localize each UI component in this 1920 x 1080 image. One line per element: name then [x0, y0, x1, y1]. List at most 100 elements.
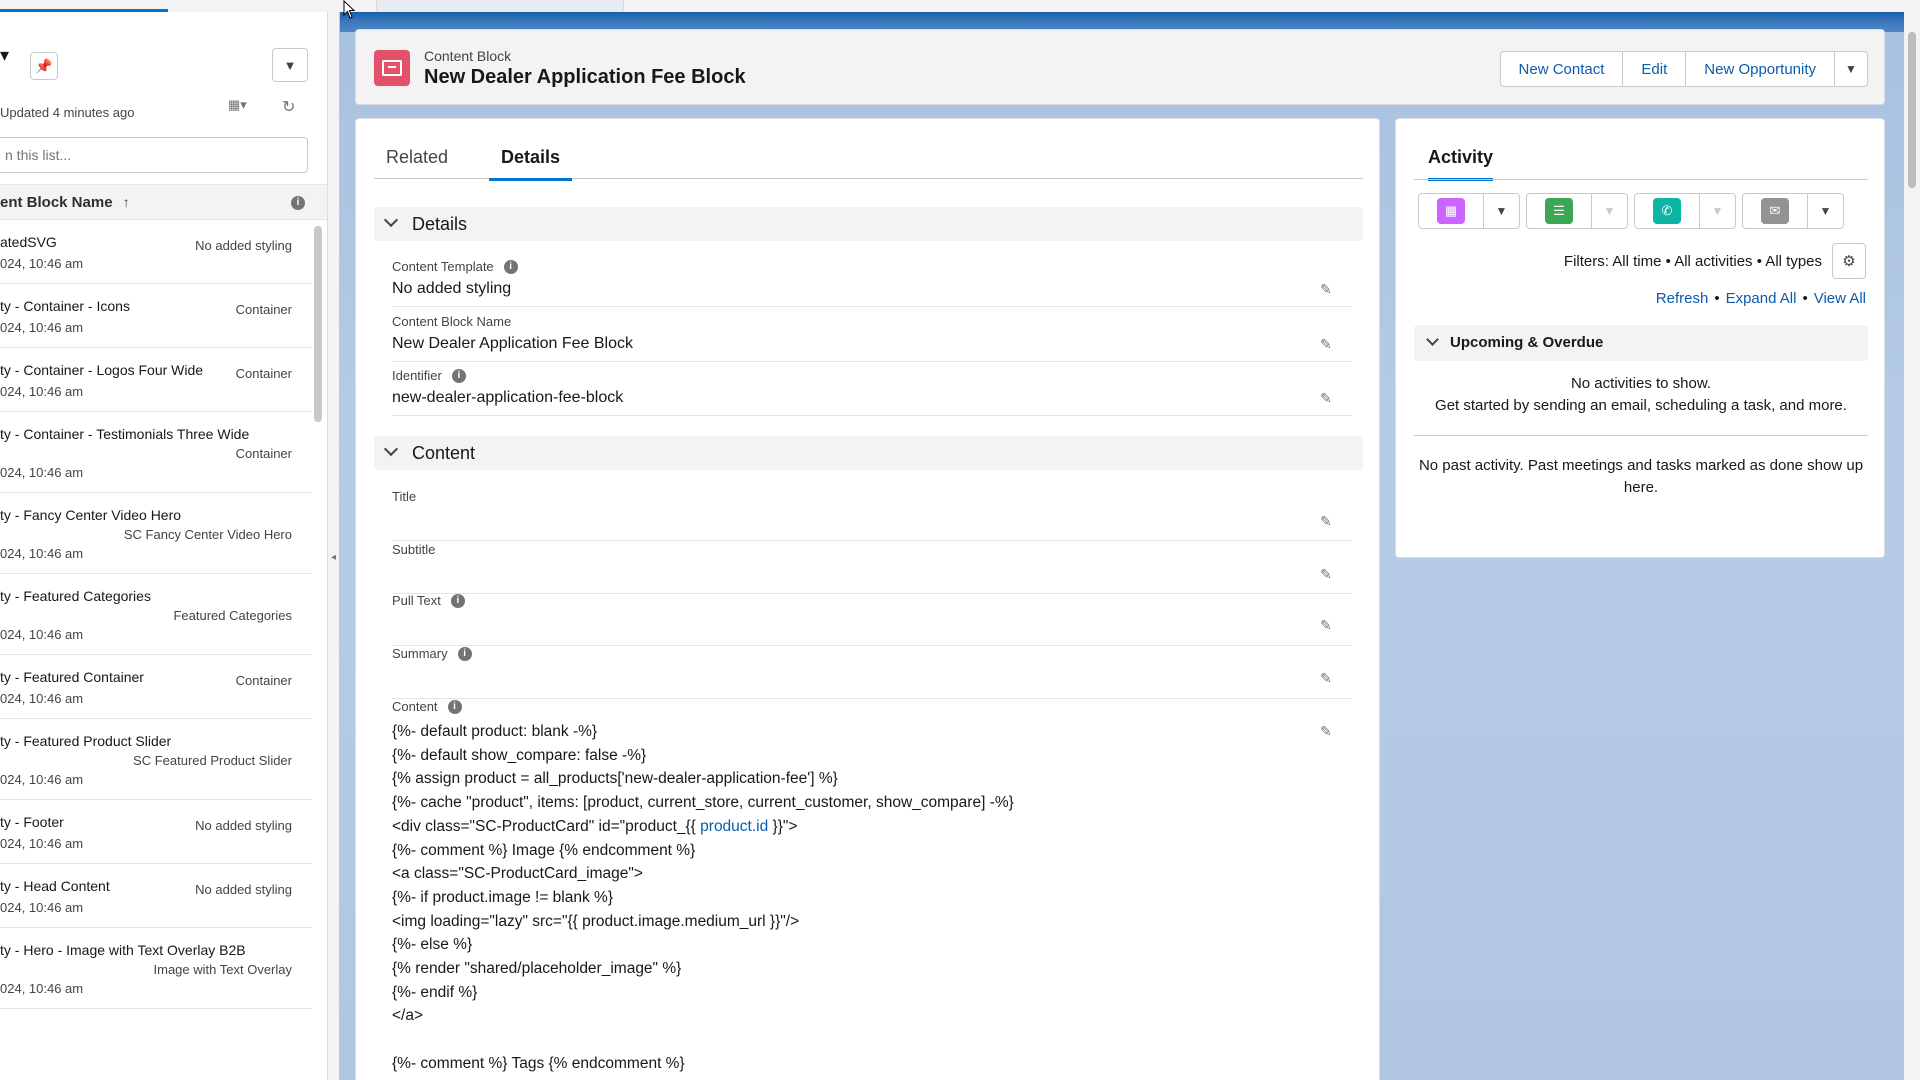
edit-pencil-icon[interactable]: ✎	[1320, 336, 1334, 352]
column-header-content-block-name[interactable]: ent Block Name ↑ i	[0, 184, 327, 220]
list-search-input[interactable]: n this list...	[0, 137, 308, 173]
list-item-type: SC Fancy Center Video Hero	[123, 527, 292, 542]
list-item-date: 024, 10:46 am	[0, 772, 84, 787]
new-contact-button[interactable]: New Contact	[1499, 51, 1624, 87]
list-item[interactable]: ty - Container - Icons Container 024, 10:4…	[0, 284, 312, 348]
edit-pencil-icon[interactable]: ✎	[1320, 670, 1334, 686]
get-started-text: Get started by sending an email, schedul…	[1435, 397, 1847, 414]
tab-related[interactable]: Related	[374, 147, 460, 178]
arrow-up-icon: ↑	[122, 194, 130, 210]
list-item-name[interactable]: ty - Fancy Center Video Hero	[0, 507, 292, 523]
list-item-date: 024, 10:46 am	[0, 256, 84, 271]
upcoming-overdue-section[interactable]: Upcoming & Overdue	[1414, 325, 1868, 361]
pin-icon: 📌	[35, 57, 53, 74]
divider	[1414, 435, 1868, 436]
list-item[interactable]: ty - Hero - Image with Text Overlay B2B I…	[0, 928, 312, 1009]
more-actions-button[interactable]: ▼	[1834, 51, 1868, 87]
product-id-link[interactable]: product.id	[700, 818, 768, 835]
list-item[interactable]: ty - Featured Product Slider SC Featured …	[0, 719, 312, 800]
activity-filters-text: Filters: All time • All activities • All…	[1563, 253, 1822, 270]
list-item-type: Container	[235, 366, 292, 381]
list-item-type: No added styling	[195, 238, 292, 253]
field-title: Title ✎	[392, 489, 1352, 541]
list-updated-text: Updated 4 minutes ago	[0, 105, 135, 120]
expand-all-link[interactable]: Expand All	[1726, 290, 1797, 307]
edit-pencil-icon[interactable]: ✎	[1320, 513, 1334, 529]
activity-panel: Activity ▦ ▼ ☰ ▼ ✆ ▼ ✉ ▼ Filters: All ti…	[1395, 118, 1885, 558]
chevron-down-icon[interactable]: ▼	[1592, 193, 1628, 229]
log-call-button[interactable]: ✆ ▼	[1634, 193, 1736, 229]
list-item[interactable]: ty - Featured Categories Featured Categor…	[0, 574, 312, 655]
send-email-button[interactable]: ✉ ▼	[1742, 193, 1844, 229]
code-line: {%- cache "product", items: [product, cu…	[392, 794, 1014, 812]
scrollbar-thumb[interactable]	[1908, 32, 1916, 188]
list-actions-dropdown[interactable]: ▼	[272, 48, 308, 82]
info-icon[interactable]: i	[291, 196, 305, 210]
content-section-header[interactable]: Content	[374, 436, 1363, 470]
list-item[interactable]: atedSVG No added styling 024, 10:46 am	[0, 220, 312, 284]
info-icon[interactable]: i	[450, 593, 465, 608]
info-icon[interactable]: i	[451, 368, 466, 383]
code-line: {%- else %}	[392, 936, 473, 954]
list-view-switcher-icon[interactable]: ▾	[0, 45, 9, 66]
edit-pencil-icon[interactable]: ✎	[1320, 723, 1334, 739]
new-opportunity-button[interactable]: New Opportunity	[1685, 51, 1835, 87]
list-item[interactable]: ty - Fancy Center Video Hero SC Fancy Cen…	[0, 493, 312, 574]
code-line: <img loading="lazy" src="{{ product.imag…	[392, 912, 800, 930]
new-event-button[interactable]: ▦ ▼	[1418, 193, 1520, 229]
chevron-down-icon[interactable]: ▼	[1484, 193, 1520, 229]
list-item-name[interactable]: ty - Featured Product Slider	[0, 733, 292, 749]
list-scrollbar[interactable]	[314, 226, 322, 422]
refresh-icon[interactable]: ↻	[282, 97, 295, 117]
info-icon[interactable]: i	[503, 259, 518, 274]
edit-pencil-icon[interactable]: ✎	[1320, 566, 1334, 582]
email-icon: ✉	[1761, 198, 1789, 224]
object-label: Content Block	[424, 48, 512, 64]
list-item[interactable]: ty - Featured Container Container 024, 10:…	[0, 655, 312, 719]
collapse-left-icon[interactable]: ◂	[331, 552, 336, 563]
new-task-button[interactable]: ☰ ▼	[1526, 193, 1628, 229]
list-item[interactable]: ty - Footer No added styling 024, 10:46 am	[0, 800, 312, 864]
list-item-name[interactable]: ty - Featured Categories	[0, 588, 292, 604]
field-summary: Summary i ✎	[392, 646, 1352, 699]
info-icon[interactable]: i	[447, 699, 462, 714]
chevron-down-icon[interactable]: ▼	[1700, 193, 1736, 229]
edit-pencil-icon[interactable]: ✎	[1320, 617, 1334, 633]
list-item-name[interactable]: ty - Container - Testimonials Three Wide	[0, 426, 292, 442]
tab-details[interactable]: Details	[489, 147, 573, 181]
edit-pencil-icon[interactable]: ✎	[1320, 390, 1334, 406]
list-item-date: 024, 10:46 am	[0, 900, 84, 915]
list-item-type: SC Featured Product Slider	[133, 753, 292, 768]
edit-button[interactable]: Edit	[1622, 51, 1687, 87]
activity-settings-button[interactable]: ⚙	[1832, 243, 1866, 279]
list-item[interactable]: ty - Head Content No added styling 024, 10…	[0, 864, 312, 928]
list-item-date: 024, 10:46 am	[0, 384, 84, 399]
chevron-down-icon	[1426, 333, 1439, 346]
info-icon[interactable]: i	[457, 646, 472, 661]
list-item[interactable]: ty - Container - Testimonials Three Wide…	[0, 412, 312, 493]
details-section-header[interactable]: Details	[374, 207, 1363, 241]
list-item-name[interactable]: ty - Hero - Image with Text Overlay B2B	[0, 942, 292, 958]
pin-list-button[interactable]: 📌	[30, 52, 58, 80]
edit-pencil-icon[interactable]: ✎	[1320, 281, 1334, 297]
list-item-type: Image with Text Overlay	[153, 962, 292, 977]
list-item-date: 024, 10:46 am	[0, 691, 84, 706]
list-item-date: 024, 10:46 am	[0, 627, 84, 642]
content-code-value: {%- default product: blank -%} {%- defaul…	[392, 720, 1014, 1076]
code-line: </a>	[392, 1007, 424, 1025]
display-as-table-icon[interactable]: ▦▾	[228, 97, 247, 113]
workspace-tab[interactable]	[376, 0, 624, 12]
panel-splitter[interactable]: ◂	[328, 12, 340, 1080]
list-item[interactable]: ty - Container - Logos Four Wide Containe…	[0, 348, 312, 412]
tab-activity[interactable]: Activity	[1428, 147, 1494, 181]
chevron-down-icon[interactable]: ▼	[1808, 193, 1844, 229]
gear-icon: ⚙	[1842, 253, 1856, 270]
task-list-icon: ☰	[1545, 198, 1573, 224]
code-line: {%- default product: blank -%}	[392, 723, 598, 740]
divider	[1414, 179, 1868, 180]
refresh-link[interactable]: Refresh	[1656, 290, 1709, 307]
content-block-list: atedSVG No added styling 024, 10:46 am ty -…	[0, 220, 312, 1009]
list-item-type: Featured Categories	[173, 608, 292, 623]
page-scrollbar[interactable]	[1904, 12, 1920, 1080]
view-all-link[interactable]: View All	[1814, 290, 1866, 307]
